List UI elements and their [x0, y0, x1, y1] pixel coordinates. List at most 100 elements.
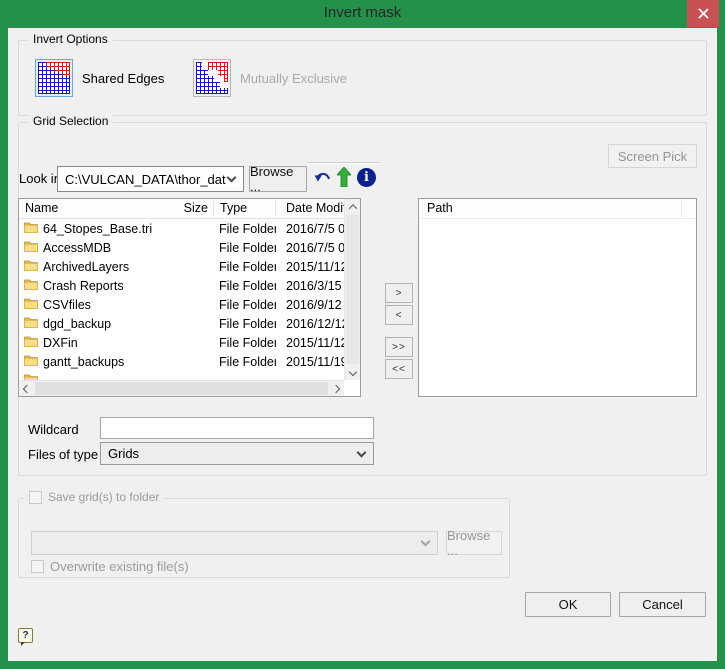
- file-list-header[interactable]: Name Size Type Date Modified: [19, 199, 344, 219]
- file-modified: 2015/11/12 08:: [286, 259, 344, 274]
- scroll-up-icon[interactable]: [345, 199, 360, 215]
- file-row[interactable]: gantt_backups File Folder 2015/11/19 01:: [19, 352, 344, 371]
- file-row[interactable]: 64_Stopes_Base.tri File Folder 2016/7/5 01…: [19, 219, 344, 238]
- scroll-right-icon[interactable]: [328, 381, 344, 396]
- path-list[interactable]: Path: [418, 198, 697, 397]
- file-modified: 2016/12/12 12:: [286, 316, 344, 331]
- mutually-exclusive-grid-icon: [196, 62, 228, 94]
- chevron-down-icon: [356, 447, 367, 458]
- wildcard-input[interactable]: [100, 417, 374, 439]
- file-row[interactable]: dgd_backup File Folder 2016/12/12 12:: [19, 314, 344, 333]
- save-browse-label: Browse ...: [447, 528, 491, 558]
- overwrite-label: Overwrite existing file(s): [50, 559, 189, 574]
- file-type: File Folder: [219, 297, 276, 312]
- file-row[interactable]: Crash Reports File Folder 2016/3/15 01:5: [19, 276, 344, 295]
- ok-button[interactable]: OK: [525, 592, 611, 617]
- files-of-type-value: Grids: [108, 446, 140, 461]
- file-modified: 2015/11/12 08:: [286, 335, 344, 350]
- file-type: File Folder: [219, 316, 276, 331]
- file-name: 64_Stopes_Base.tri: [43, 221, 153, 236]
- file-name: ArchivedLayers: [43, 259, 130, 274]
- file-name: AccessMDB: [43, 240, 112, 255]
- file-list[interactable]: Name Size Type Date Modified 64_Stopes_B…: [18, 198, 361, 397]
- file-name: CSVfiles: [43, 297, 91, 312]
- file-type: File Folder: [219, 221, 276, 236]
- save-browse-button: Browse ...: [446, 528, 502, 558]
- close-button[interactable]: [687, 0, 719, 27]
- help-button[interactable]: ?: [18, 628, 33, 646]
- folder-icon-wrap: [24, 240, 38, 255]
- browse-button[interactable]: Browse ...: [249, 164, 307, 194]
- wildcard-label: Wildcard: [28, 422, 79, 437]
- invert-options-group: Invert Options Shared Edges Mutually Exc…: [18, 32, 707, 116]
- file-list-horizontal-scrollbar[interactable]: [19, 380, 344, 396]
- folder-icon-wrap: [24, 373, 38, 380]
- column-header-modified[interactable]: Date Modified: [276, 199, 344, 218]
- overwrite-row: Overwrite existing file(s): [31, 559, 189, 574]
- file-type: File Folder: [219, 259, 276, 274]
- vertical-scroll-thumb[interactable]: [346, 215, 359, 364]
- column-header-type[interactable]: Type: [214, 199, 276, 218]
- column-header-size[interactable]: Size: [169, 199, 214, 218]
- file-modified: 2016/7/5 01:30: [286, 221, 344, 236]
- screen-pick-button[interactable]: Screen Pick: [608, 144, 697, 168]
- move-all-left-button[interactable]: <<: [385, 359, 413, 379]
- file-type: File Folder: [219, 240, 276, 255]
- screen-pick-label: Screen Pick: [617, 148, 688, 164]
- overwrite-checkbox[interactable]: [31, 560, 44, 573]
- file-row[interactable]: ArchivedLayers File Folder 2015/11/12 08:: [19, 257, 344, 276]
- scroll-down-icon[interactable]: [345, 364, 360, 380]
- up-folder-button[interactable]: [336, 166, 353, 188]
- save-grids-checkbox[interactable]: [29, 490, 42, 504]
- file-modified: 2016/3/15 01:5: [286, 278, 344, 293]
- file-row[interactable]: DXFin File Folder 2015/11/12 08:: [19, 333, 344, 352]
- shared-edges-label: Shared Edges: [82, 70, 165, 86]
- mutually-exclusive-label: Mutually Exclusive: [240, 70, 347, 86]
- window-title: Invert mask: [323, 4, 402, 21]
- file-name: gantt_backups: [43, 354, 125, 369]
- file-row[interactable]: [19, 371, 344, 380]
- file-modified: 2015/11/19 01:: [286, 354, 344, 369]
- file-modified: 2016/7/5 07:39: [286, 240, 344, 255]
- look-in-combobox[interactable]: C:\VULCAN_DATA\thor_dat: [57, 166, 244, 192]
- files-of-type-combobox[interactable]: Grids: [100, 442, 374, 465]
- file-row[interactable]: CSVfiles File Folder 2016/9/12 09:2: [19, 295, 344, 314]
- scroll-left-icon[interactable]: [19, 381, 35, 396]
- option-shared-edges[interactable]: Shared Edges: [35, 59, 164, 97]
- shared-edges-grid-icon: [38, 62, 70, 94]
- titlebar[interactable]: Invert mask: [0, 0, 725, 28]
- folder-icon: [24, 336, 38, 347]
- file-name: Crash Reports: [43, 278, 124, 293]
- file-type: File Folder: [219, 278, 276, 293]
- up-arrow-icon: [336, 166, 352, 188]
- file-name: DXFin: [43, 335, 78, 350]
- save-grids-legend: Save grid(s) to folder: [24, 490, 165, 504]
- files-of-type-label: Files of type: [28, 447, 99, 462]
- look-in-label: Look in: [19, 171, 61, 186]
- move-left-button[interactable]: <: [385, 305, 413, 325]
- chevron-down-icon: [226, 172, 237, 183]
- chevron-down-icon: [420, 536, 431, 547]
- move-all-right-button[interactable]: >>: [385, 337, 413, 357]
- shared-edges-iconbox[interactable]: [35, 59, 73, 97]
- file-rows: 64_Stopes_Base.tri File Folder 2016/7/5 01…: [19, 219, 344, 380]
- folder-icon: [24, 374, 38, 380]
- folder-icon-wrap: [24, 278, 38, 293]
- folder-icon-wrap: [24, 335, 38, 350]
- close-icon: [697, 8, 709, 19]
- file-list-vertical-scrollbar[interactable]: [344, 199, 360, 380]
- folder-icon: [24, 298, 38, 309]
- folder-icon: [24, 317, 38, 328]
- cancel-button[interactable]: Cancel: [619, 592, 706, 617]
- move-right-button[interactable]: >: [385, 283, 413, 303]
- horizontal-scroll-thumb[interactable]: [35, 382, 328, 395]
- path-column-header[interactable]: Path: [419, 199, 696, 219]
- info-button[interactable]: i: [357, 168, 376, 187]
- column-header-name[interactable]: Name: [19, 199, 169, 218]
- folder-icon: [24, 260, 38, 271]
- file-row[interactable]: AccessMDB File Folder 2016/7/5 07:39: [19, 238, 344, 257]
- info-icon: i: [364, 170, 369, 185]
- file-type: File Folder: [219, 354, 276, 369]
- undo-button[interactable]: [313, 170, 333, 188]
- grid-selection-group-label: Grid Selection: [28, 114, 114, 128]
